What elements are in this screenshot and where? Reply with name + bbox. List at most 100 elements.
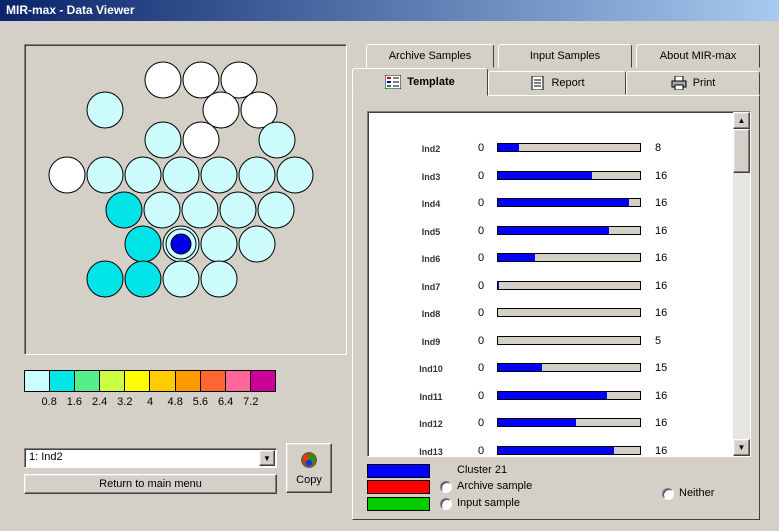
value-bar-fill: [498, 199, 629, 206]
neither-radio[interactable]: [662, 488, 674, 500]
variable-label: Ind6: [421, 254, 441, 264]
cluster-node[interactable]: [182, 61, 220, 99]
variable-label: Ind4: [421, 199, 441, 209]
cluster-node[interactable]: [124, 260, 162, 298]
min-value: 0: [478, 197, 485, 209]
value-bar-fill: [498, 419, 576, 426]
cluster-node[interactable]: [124, 156, 162, 194]
copy-button[interactable]: Copy: [286, 443, 332, 493]
value-bar-fill: [498, 391, 607, 399]
tab-about-mir-max[interactable]: About MIR-max: [636, 44, 760, 68]
cluster-node[interactable]: [238, 156, 276, 194]
chevron-down-icon[interactable]: ▼: [259, 450, 275, 466]
cluster-node[interactable]: [257, 191, 295, 229]
cluster-node[interactable]: [182, 121, 220, 159]
cluster-node[interactable]: [200, 225, 238, 263]
tab-report-label: Report: [551, 77, 585, 89]
min-value: 0: [478, 417, 485, 429]
legend-swatch: [25, 371, 51, 391]
template-row: Ind9 0 5: [368, 329, 728, 355]
value-bar-fill: [498, 171, 592, 179]
legend-swatch: [200, 371, 226, 391]
variable-label: Ind3: [421, 171, 441, 182]
tab-print[interactable]: Print: [626, 71, 760, 95]
template-row: Ind11 0 16: [368, 384, 728, 410]
value-bar: [497, 253, 641, 262]
template-list[interactable]: Ind2 0 8 Ind3 0 16 Ind4 0 16 Ind5 0 16 Ind6 0 16 Ind7 0 1…: [367, 111, 751, 457]
cluster-node[interactable]: [219, 191, 257, 229]
tab-archive-samples[interactable]: Archive Samples: [366, 44, 494, 68]
value-bar: [497, 170, 641, 180]
cluster-node[interactable]: [258, 121, 296, 159]
cluster-map[interactable]: [25, 45, 346, 354]
max-value: 16: [655, 389, 668, 402]
cluster-node[interactable]: [143, 191, 181, 229]
value-bar-fill: [498, 281, 499, 289]
legend-swatch: [250, 371, 275, 391]
cluster-node[interactable]: [86, 156, 124, 194]
variable-label: Ind5: [421, 226, 441, 237]
cluster-node[interactable]: [181, 191, 219, 229]
variable-label: Ind11: [419, 391, 443, 402]
tab-report[interactable]: Report: [488, 71, 626, 95]
value-bar-fill: [498, 364, 542, 371]
archive-sample-radio[interactable]: [440, 481, 452, 493]
variable-label: Ind10: [419, 364, 443, 374]
template-icon: [385, 75, 402, 89]
max-value: 16: [655, 307, 668, 319]
cluster-node[interactable]: [124, 225, 162, 263]
cluster-node[interactable]: [238, 225, 276, 263]
tab-template[interactable]: Template: [352, 68, 488, 96]
tab-about-label: About MIR-max: [659, 50, 737, 62]
cluster-node[interactable]: [200, 156, 238, 194]
value-bar-fill: [498, 226, 609, 234]
tab-print-label: Print: [692, 77, 716, 89]
printer-icon: [671, 76, 687, 90]
input-swatch: [367, 497, 430, 511]
cluster-node[interactable]: [162, 260, 200, 298]
variable-select[interactable]: 1: Ind2 ▼: [24, 448, 277, 468]
input-sample-radio[interactable]: [440, 498, 452, 510]
value-bar: [497, 445, 641, 455]
cluster-node[interactable]: [144, 61, 182, 99]
legend-swatch: [100, 371, 126, 391]
legend-tick-label: 7.2: [243, 396, 259, 408]
variable-select-value: 1: Ind2: [29, 451, 63, 463]
cluster-node[interactable]: [48, 156, 86, 194]
tab-input-samples-label: Input Samples: [529, 50, 601, 62]
legend-swatch: [225, 371, 251, 391]
scroll-down-icon[interactable]: ▼: [733, 439, 750, 456]
min-value: 0: [478, 142, 485, 154]
legend-swatch: [150, 371, 176, 391]
scroll-up-icon[interactable]: ▲: [733, 112, 750, 129]
return-to-main-menu-button[interactable]: Return to main menu: [24, 474, 277, 494]
template-row: Ind10 0 15: [368, 356, 728, 382]
max-value: 16: [655, 279, 668, 292]
max-value: 15: [655, 362, 668, 374]
value-bar: [497, 418, 641, 427]
cluster-node[interactable]: [202, 91, 240, 129]
cluster-map-panel: [24, 44, 347, 355]
value-bar: [497, 143, 641, 152]
scroll-thumb[interactable]: [733, 129, 750, 173]
max-value: 16: [655, 224, 668, 237]
cluster-node[interactable]: [86, 91, 124, 129]
max-value: 16: [655, 417, 668, 429]
cluster-node[interactable]: [276, 156, 314, 194]
neither-label: Neither: [679, 487, 715, 499]
legend-swatch: [50, 371, 76, 391]
cluster-node[interactable]: [105, 191, 143, 229]
tab-input-samples[interactable]: Input Samples: [498, 44, 632, 68]
vertical-scrollbar[interactable]: ▲ ▼: [733, 112, 750, 456]
value-bar: [497, 335, 641, 345]
cluster-node[interactable]: [86, 260, 124, 298]
cluster-node[interactable]: [162, 156, 200, 194]
cluster-node[interactable]: [144, 121, 182, 159]
legend-tick-label: 6.4: [217, 396, 234, 408]
cluster-node[interactable]: [200, 260, 238, 298]
selected-cluster-marker[interactable]: [170, 233, 192, 255]
max-value: 16: [655, 252, 668, 264]
return-button-label: Return to main menu: [99, 478, 202, 490]
legend-tick-label: 5.6: [192, 396, 209, 408]
archive-swatch: [367, 480, 430, 494]
